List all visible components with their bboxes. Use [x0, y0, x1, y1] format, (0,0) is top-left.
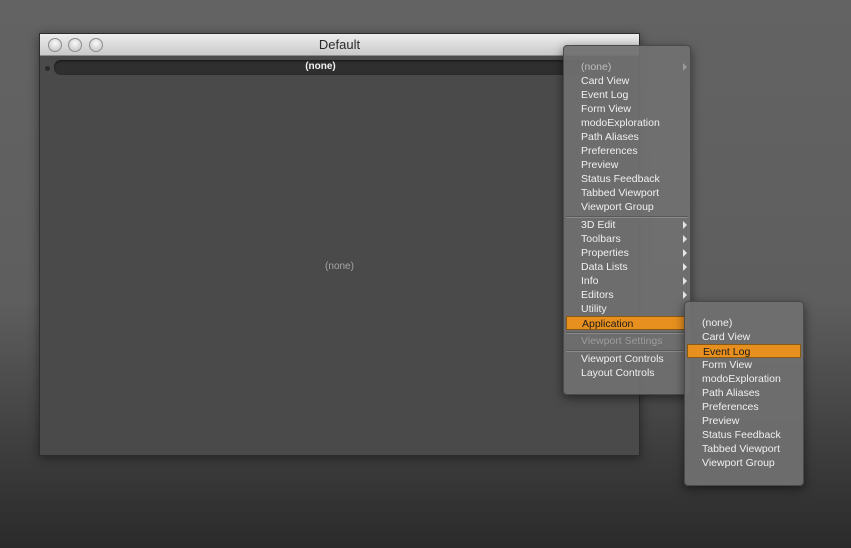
menu-item-label: Application	[582, 318, 634, 330]
menu-item-label: Preferences	[702, 401, 759, 413]
viewport-empty-label: (none)	[325, 261, 354, 272]
menu-item-label: Event Log	[581, 89, 629, 101]
viewport-type-menu: (none) Card View Event Log Form View mod…	[563, 45, 691, 395]
menu-item-label: Tabbed Viewport	[702, 443, 781, 455]
default-window: Default (none) (none)	[39, 33, 640, 456]
menu2-item-preview[interactable]: Preview	[687, 414, 801, 428]
menu-item-label: Info	[581, 275, 599, 287]
menu2-item-modoexploration[interactable]: modoExploration	[687, 372, 801, 386]
menu-item-label: Form View	[581, 103, 631, 115]
menu1-item-info[interactable]: Info	[566, 274, 688, 288]
menu2-item-form-view[interactable]: Form View	[687, 358, 801, 372]
menu-item-label: Preview	[581, 159, 619, 171]
menu-item-label: modoExploration	[581, 117, 660, 129]
menu1-item-modoexploration[interactable]: modoExploration	[566, 116, 688, 130]
menu2-item-preferences[interactable]: Preferences	[687, 400, 801, 414]
submenu-arrow-icon	[683, 249, 687, 257]
submenu-arrow-icon	[683, 63, 687, 71]
menu1-item-path-aliases[interactable]: Path Aliases	[566, 130, 688, 144]
menu-item-label: Viewport Controls	[581, 353, 664, 365]
submenu-arrow-icon	[683, 235, 687, 243]
application-submenu: (none) Card View Event Log Form View mod…	[684, 301, 804, 486]
menu1-item-data-lists[interactable]: Data Lists	[566, 260, 688, 274]
menu1-item-card-view[interactable]: Card View	[566, 74, 688, 88]
menu-item-label: Tabbed Viewport	[581, 187, 660, 199]
menu1-item-utility[interactable]: Utility	[566, 302, 688, 316]
menu-item-label: Layout Controls	[581, 367, 655, 379]
menu-item-label: Card View	[702, 331, 751, 343]
viewport-selector-label: (none)	[305, 61, 336, 72]
menu-item-label: Event Log	[703, 346, 751, 358]
viewport-options-icon[interactable]	[45, 66, 50, 71]
menu-item-label: Card View	[581, 75, 630, 87]
menu1-item-none[interactable]: (none)	[566, 60, 688, 74]
menu-item-label: Preview	[702, 415, 740, 427]
menu-item-label: Status Feedback	[702, 429, 781, 441]
menu2-item-tabbed-viewport[interactable]: Tabbed Viewport	[687, 442, 801, 456]
menu-item-label: Viewport Group	[702, 457, 775, 469]
menu-item-label: Properties	[581, 247, 629, 259]
menu1-item-form-view[interactable]: Form View	[566, 102, 688, 116]
menu-item-label: Viewport Group	[581, 201, 654, 213]
menu-item-label: Status Feedback	[581, 173, 660, 185]
menu1-item-properties[interactable]: Properties	[566, 246, 688, 260]
menu-item-label: Form View	[702, 359, 752, 371]
menu1-item-status-feedback[interactable]: Status Feedback	[566, 172, 688, 186]
submenu-arrow-icon	[683, 221, 687, 229]
menu1-item-3d-edit[interactable]: 3D Edit	[566, 218, 688, 232]
menu1-item-viewport-settings: Viewport Settings	[566, 334, 688, 348]
menu1-item-toolbars[interactable]: Toolbars	[566, 232, 688, 246]
menu-item-label: Path Aliases	[702, 387, 760, 399]
menu-item-label: Path Aliases	[581, 131, 639, 143]
menu-item-label: Preferences	[581, 145, 638, 157]
menu1-item-editors[interactable]: Editors	[566, 288, 688, 302]
menu2-item-none[interactable]: (none)	[687, 316, 801, 330]
submenu-arrow-icon	[683, 263, 687, 271]
menu1-item-layout-controls[interactable]: Layout Controls	[566, 366, 688, 380]
menu-item-label: modoExploration	[702, 373, 781, 385]
menu-item-label: Data Lists	[581, 261, 628, 273]
submenu-arrow-icon	[683, 277, 687, 285]
menu-item-label: (none)	[581, 61, 612, 73]
menu2-item-viewport-group[interactable]: Viewport Group	[687, 456, 801, 470]
menu1-item-event-log[interactable]: Event Log	[566, 88, 688, 102]
window-title: Default	[318, 37, 361, 52]
menu2-item-status-feedback[interactable]: Status Feedback	[687, 428, 801, 442]
menu1-item-tabbed-viewport[interactable]: Tabbed Viewport	[566, 186, 688, 200]
menu1-item-application[interactable]: Application	[566, 316, 688, 330]
menu-item-label: Editors	[581, 289, 614, 301]
menu-item-label: 3D Edit	[581, 219, 616, 231]
menu1-item-viewport-group[interactable]: Viewport Group	[566, 200, 688, 214]
menu-item-label: Toolbars	[581, 233, 621, 245]
menu2-item-card-view[interactable]: Card View	[687, 330, 801, 344]
menu-item-label: Viewport Settings	[581, 335, 663, 347]
submenu-arrow-icon	[683, 291, 687, 299]
menu2-item-path-aliases[interactable]: Path Aliases	[687, 386, 801, 400]
menu1-item-preferences[interactable]: Preferences	[566, 144, 688, 158]
menu1-item-preview[interactable]: Preview	[566, 158, 688, 172]
viewport-selector-bar[interactable]: (none)	[54, 60, 587, 75]
menu2-item-event-log[interactable]: Event Log	[687, 344, 801, 358]
title-bar[interactable]: Default	[40, 34, 639, 56]
menu-item-label: (none)	[702, 317, 733, 329]
menu1-item-viewport-controls[interactable]: Viewport Controls	[566, 352, 688, 366]
menu-item-label: Utility	[581, 303, 607, 315]
